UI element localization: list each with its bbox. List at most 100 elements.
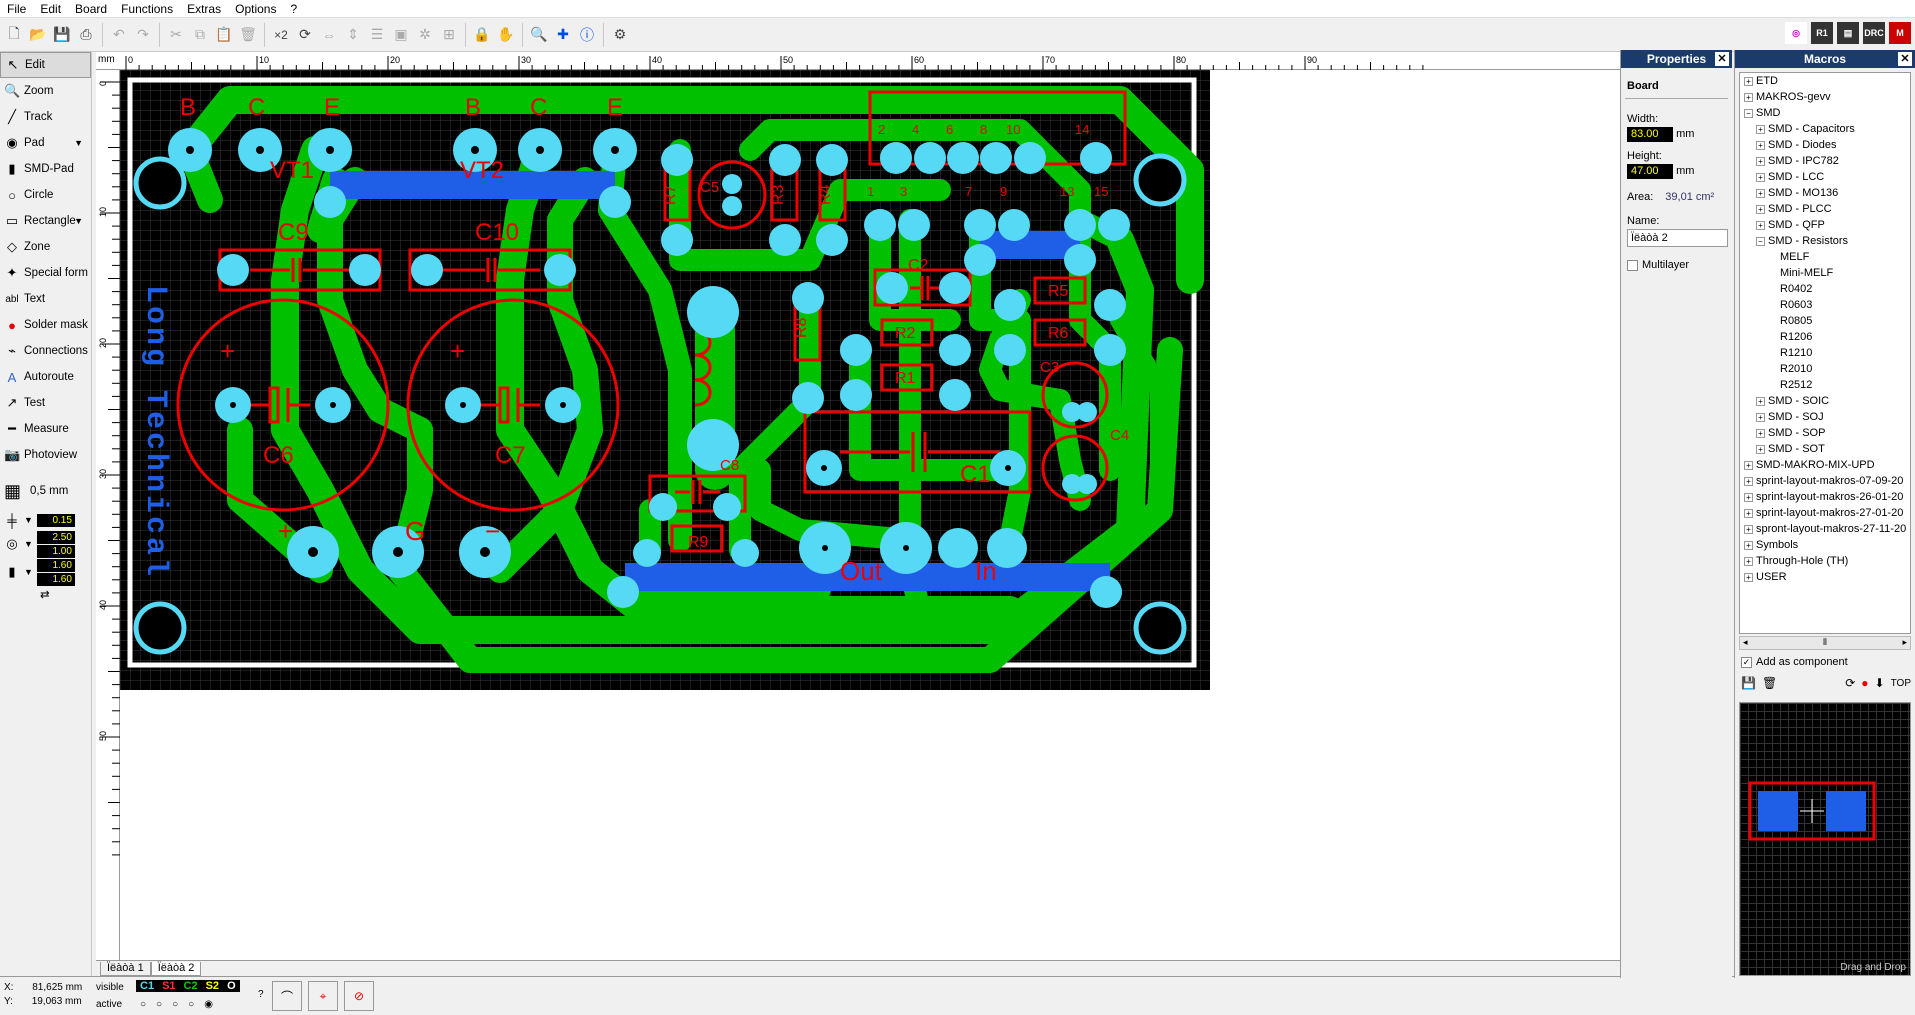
tree-node[interactable]: + SMD - QFP — [1740, 217, 1910, 233]
scroll-left-icon[interactable]: ◂ — [1743, 637, 1748, 649]
info-icon[interactable]: ⓘ — [575, 23, 599, 47]
ungroup-icon[interactable]: ✲ — [413, 23, 437, 47]
expand-icon[interactable]: + — [1756, 428, 1765, 438]
radio-s2[interactable]: ○ — [188, 999, 194, 1010]
layer-c1-toggle[interactable]: C1 — [136, 980, 158, 992]
tree-node[interactable]: R0805 — [1740, 313, 1910, 329]
expand-icon[interactable]: + — [1756, 140, 1765, 150]
tree-node[interactable]: − SMD — [1740, 105, 1910, 121]
collapse-icon[interactable]: − — [1744, 108, 1753, 118]
tool-connections[interactable]: ⌁ Connections — [0, 338, 91, 364]
tool-zone[interactable]: ◇ Zone — [0, 234, 91, 260]
board-name-field[interactable]: Ïëàòà 2 — [1627, 229, 1728, 247]
scroll-right-icon[interactable]: ▸ — [1902, 637, 1907, 649]
menu-board[interactable]: Board — [68, 2, 114, 16]
menu-extras[interactable]: Extras — [180, 2, 228, 16]
save-macro-icon[interactable]: 💾 — [1741, 676, 1756, 690]
tree-node[interactable]: + spront-layout-makros-27-11-20 — [1740, 521, 1910, 537]
group-icon[interactable]: ▣ — [389, 23, 413, 47]
expand-icon[interactable]: + — [1744, 556, 1753, 566]
tool-zoom[interactable]: 🔍 Zoom — [0, 78, 91, 104]
layer-side-icon[interactable]: ⬇ — [1875, 676, 1885, 690]
layer-s1-toggle[interactable]: S1 — [158, 980, 179, 992]
expand-icon[interactable]: + — [1744, 460, 1753, 470]
tree-node[interactable]: + sprint-layout-makros-07-09-20 — [1740, 473, 1910, 489]
expand-icon[interactable]: + — [1756, 188, 1765, 198]
track-width-setting[interactable]: ╪ ▼ 0.15 — [0, 510, 91, 530]
solder-mask-toggle-icon[interactable]: ◎ — [1785, 22, 1807, 44]
expand-icon[interactable]: + — [1756, 172, 1765, 182]
macro-preview[interactable]: Drag and Drop — [1739, 702, 1911, 976]
radio-c2[interactable]: ○ — [172, 999, 178, 1010]
tree-node[interactable]: + ETD — [1740, 73, 1910, 89]
tree-node[interactable]: R1206 — [1740, 329, 1910, 345]
expand-icon[interactable]: + — [1744, 92, 1753, 102]
undo-icon[interactable]: ↶ — [107, 23, 131, 47]
tool-special-form[interactable]: ✦ Special form — [0, 260, 91, 286]
tool-solder-mask[interactable]: ● Solder mask — [0, 312, 91, 338]
tool-autoroute[interactable]: A Autoroute — [0, 364, 91, 390]
open-folder-icon[interactable]: 📂 — [26, 23, 50, 47]
tool-edit[interactable]: ↖ Edit — [0, 52, 91, 78]
tree-node[interactable]: − SMD - Resistors — [1740, 233, 1910, 249]
pcb-drawing[interactable]: B C E B C E VT1 VT2 C9 C10 C6 C7 R7 C5 R… — [120, 70, 1210, 690]
tree-node[interactable]: + SMD - SOT — [1740, 441, 1910, 457]
component-list-icon[interactable]: ▤ — [1837, 22, 1859, 44]
tree-node[interactable]: R0402 — [1740, 281, 1910, 297]
radio-s1[interactable]: ○ — [156, 999, 162, 1010]
pcb-board[interactable]: B C E B C E VT1 VT2 C9 C10 C6 C7 R7 C5 R… — [120, 70, 1210, 693]
tree-node[interactable]: + SMD - IPC782 — [1740, 153, 1910, 169]
gear-icon[interactable]: ⚙ — [608, 23, 632, 47]
tree-node[interactable]: R2512 — [1740, 377, 1910, 393]
tree-node[interactable]: + Through-Hole (TH) — [1740, 553, 1910, 569]
delete-macro-icon[interactable]: 🗑 — [1762, 676, 1777, 690]
chevron-down-icon[interactable]: ▼ — [74, 216, 83, 226]
rubberband-icon[interactable]: ⌒ — [272, 981, 302, 1011]
menu-help[interactable]: ? — [283, 2, 304, 16]
expand-icon[interactable]: + — [1756, 156, 1765, 166]
scroll-thumb-icon[interactable]: ⦀ — [1823, 637, 1827, 649]
tab-board-2[interactable]: Ïëàòà 2 — [150, 962, 202, 976]
expand-icon[interactable]: + — [1744, 476, 1753, 486]
tree-node[interactable]: R1210 — [1740, 345, 1910, 361]
tree-node[interactable]: Mini-MELF — [1740, 265, 1910, 281]
expand-icon[interactable]: + — [1744, 524, 1753, 534]
tree-node[interactable]: R2010 — [1740, 361, 1910, 377]
mirror-v-icon[interactable]: ⇕ — [341, 23, 365, 47]
add-as-component-checkbox[interactable]: ✓ Add as component — [1741, 656, 1848, 668]
menu-functions[interactable]: Functions — [114, 2, 180, 16]
lock-icon[interactable]: 🔒 — [470, 23, 494, 47]
chevron-down-icon[interactable]: ▼ — [74, 138, 83, 148]
chevron-down-icon[interactable]: ▼ — [24, 515, 33, 525]
drc-button[interactable]: DRC — [1863, 22, 1885, 44]
tab-board-1[interactable]: Ïëàòà 1 — [100, 962, 151, 976]
redo-icon[interactable]: ↷ — [131, 23, 155, 47]
tool-smd-pad[interactable]: ▮ SMD-Pad — [0, 156, 91, 182]
duplicate-x2-button[interactable]: ×2 — [269, 23, 293, 47]
copy-icon[interactable]: ⧉ — [188, 23, 212, 47]
top-side-label[interactable]: TOP — [1891, 678, 1911, 689]
mirror-h-icon[interactable]: ⇔ — [317, 23, 341, 47]
tool-text[interactable]: abl Text — [0, 286, 91, 312]
tree-node[interactable]: + SMD - Diodes — [1740, 137, 1910, 153]
r1-button[interactable]: R1 — [1811, 22, 1833, 44]
pad-size-setting[interactable]: ◎ ▼ 2.50 1.00 — [0, 530, 91, 558]
height-field[interactable]: 47.00 — [1627, 164, 1673, 179]
expand-icon[interactable]: + — [1744, 492, 1753, 502]
swap-icon[interactable]: ⇄ — [0, 586, 91, 602]
component-icon[interactable]: ⊞ — [437, 23, 461, 47]
expand-icon[interactable]: + — [1756, 396, 1765, 406]
snap-icon[interactable]: ⌖ — [308, 981, 338, 1011]
macro-m-button[interactable]: M — [1889, 22, 1911, 44]
tool-rectangle[interactable]: ▭ Rectangle ▼ — [0, 208, 91, 234]
radio-o[interactable]: ◉ — [204, 999, 213, 1010]
chevron-down-icon[interactable]: ▼ — [24, 539, 33, 549]
tree-node[interactable]: + SMD - SOP — [1740, 425, 1910, 441]
tree-node[interactable]: + SMD - Capacitors — [1740, 121, 1910, 137]
expand-icon[interactable]: + — [1756, 220, 1765, 230]
expand-icon[interactable]: + — [1756, 124, 1765, 134]
delete-icon[interactable]: 🗑 — [236, 23, 260, 47]
record-icon[interactable]: ● — [1861, 676, 1868, 690]
rotate-icon[interactable]: ⟳ — [1845, 676, 1855, 690]
tree-scrollbar[interactable]: ◂ ⦀ ▸ — [1739, 636, 1911, 650]
